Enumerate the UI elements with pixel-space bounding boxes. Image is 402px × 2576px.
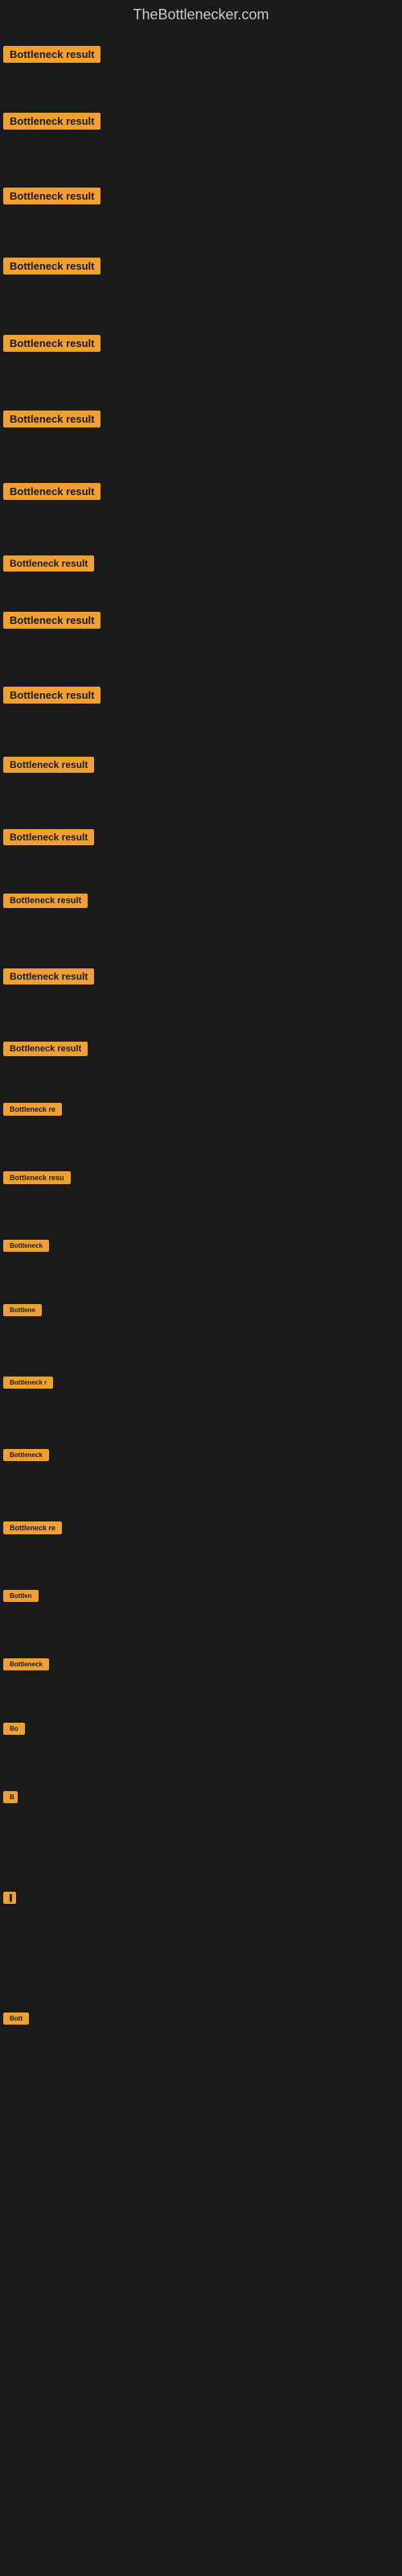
bottleneck-badge: Bottleneck re bbox=[3, 1103, 62, 1116]
bottleneck-badge-row: Bottleneck result bbox=[3, 1042, 88, 1060]
bottleneck-badge: Bottleneck bbox=[3, 1240, 49, 1252]
bottleneck-badge-row: Bottleneck bbox=[3, 1658, 49, 1674]
bottleneck-badge: B bbox=[3, 1791, 18, 1803]
bottleneck-badge-row: Bottleneck r bbox=[3, 1377, 53, 1393]
bottleneck-badge-row: Bottleneck result bbox=[3, 894, 88, 912]
bottleneck-badge: ▌ bbox=[3, 1892, 16, 1904]
bottleneck-badge-row: Bottlene bbox=[3, 1304, 42, 1320]
bottleneck-badge-row: Bottleneck result bbox=[3, 335, 100, 356]
bottleneck-badge: Bottleneck result bbox=[3, 1042, 88, 1056]
bottleneck-badge: Bottleneck result bbox=[3, 411, 100, 427]
bottleneck-badge-row: Bottleneck resu bbox=[3, 1171, 71, 1188]
bottleneck-badge: Bott bbox=[3, 2013, 29, 2025]
bottleneck-badge: Bottleneck result bbox=[3, 113, 100, 130]
bottleneck-badge: Bottleneck r bbox=[3, 1377, 53, 1389]
bottleneck-badge: Bottleneck result bbox=[3, 483, 100, 500]
bottleneck-badge-row: Bottleneck re bbox=[3, 1521, 62, 1538]
bottleneck-badge: Bottleneck result bbox=[3, 612, 100, 629]
bottleneck-badge: Bottleneck result bbox=[3, 894, 88, 908]
bottleneck-badge: Bottleneck result bbox=[3, 335, 100, 352]
bottleneck-badge: Bottleneck result bbox=[3, 757, 94, 773]
bottleneck-badge-row: Bottleneck result bbox=[3, 829, 94, 849]
bottleneck-badge: Bottleneck re bbox=[3, 1521, 62, 1534]
bottleneck-badge: Bottlene bbox=[3, 1304, 42, 1316]
bottleneck-badge-row: Bottleneck result bbox=[3, 411, 100, 431]
bottleneck-badge-row: Bo bbox=[3, 1723, 25, 1739]
bottleneck-badge-row: Bottleneck result bbox=[3, 188, 100, 208]
bottleneck-badge: Bottleneck bbox=[3, 1658, 49, 1670]
bottleneck-badge-row: Bottleneck bbox=[3, 1449, 49, 1465]
bottleneck-badge-row: Bottlen bbox=[3, 1590, 39, 1606]
bottleneck-badge-row: Bottleneck result bbox=[3, 555, 94, 576]
bottleneck-badge: Bottleneck bbox=[3, 1449, 49, 1461]
bottleneck-badge: Bottleneck result bbox=[3, 188, 100, 204]
bottleneck-badge: Bottleneck result bbox=[3, 829, 94, 845]
bottleneck-badge-row: Bottleneck result bbox=[3, 258, 100, 279]
bottleneck-badge-row: Bott bbox=[3, 2013, 29, 2029]
bottleneck-badge-row: Bottleneck bbox=[3, 1240, 49, 1256]
bottleneck-badge: Bottleneck result bbox=[3, 968, 94, 985]
bottleneck-badge-row: ▌ bbox=[3, 1892, 16, 1908]
bottleneck-badge-row: Bottleneck result bbox=[3, 113, 100, 134]
bottleneck-badge-row: Bottleneck result bbox=[3, 612, 100, 633]
bottleneck-badge-row: Bottleneck result bbox=[3, 757, 94, 777]
bottleneck-badge-row: Bottleneck result bbox=[3, 46, 100, 67]
bottleneck-badge: Bottlen bbox=[3, 1590, 39, 1602]
bottleneck-badge: Bottleneck resu bbox=[3, 1171, 71, 1184]
bottleneck-badge: Bo bbox=[3, 1723, 25, 1735]
bottleneck-badge-row: Bottleneck result bbox=[3, 687, 100, 708]
bottleneck-badge: Bottleneck result bbox=[3, 687, 100, 704]
site-title: TheBottlenecker.com bbox=[0, 0, 402, 27]
bottleneck-badge-row: B bbox=[3, 1791, 18, 1807]
bottleneck-badge-row: Bottleneck result bbox=[3, 483, 100, 504]
bottleneck-badge: Bottleneck result bbox=[3, 258, 100, 275]
bottleneck-badge: Bottleneck result bbox=[3, 555, 94, 572]
bottleneck-badge: Bottleneck result bbox=[3, 46, 100, 63]
bottleneck-badge-row: Bottleneck result bbox=[3, 968, 94, 989]
bottleneck-badge-row: Bottleneck re bbox=[3, 1103, 62, 1120]
